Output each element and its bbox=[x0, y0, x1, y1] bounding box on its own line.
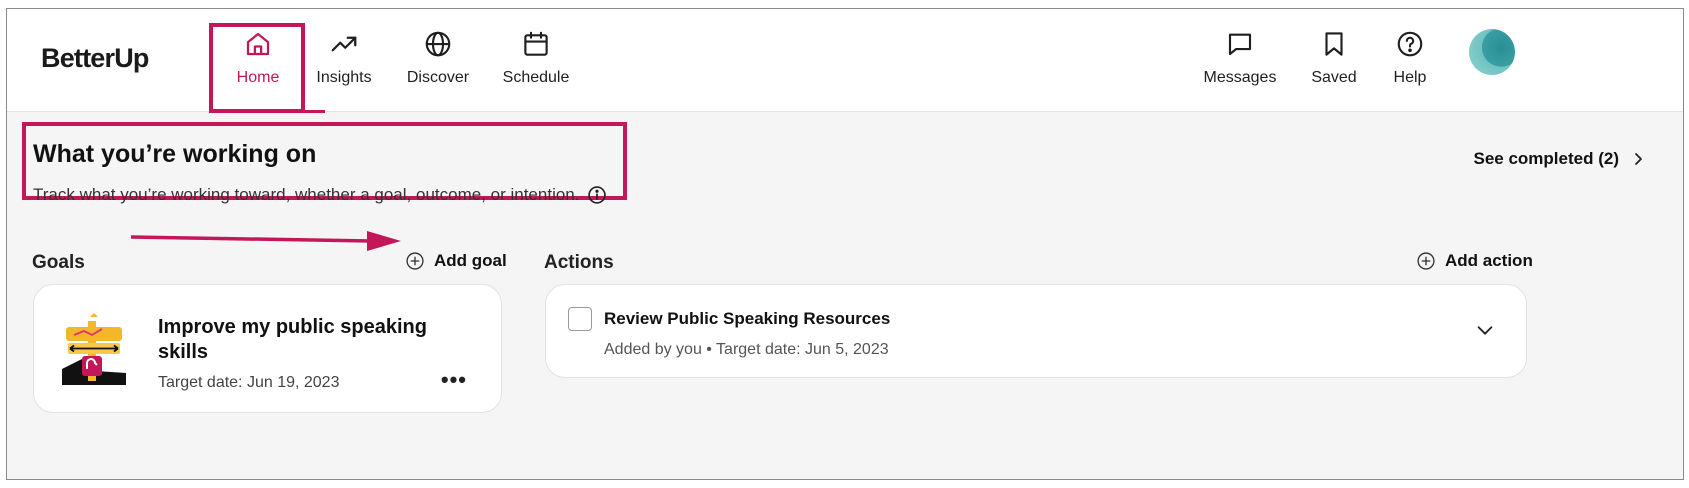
action-meta: Added by you • Target date: Jun 5, 2023 bbox=[604, 341, 889, 358]
section-subtitle: Track what you’re working toward, whethe… bbox=[33, 185, 607, 205]
info-icon[interactable] bbox=[587, 185, 607, 205]
goals-title: Goals bbox=[32, 252, 85, 273]
see-completed-label: See completed (2) bbox=[1473, 149, 1620, 168]
nav-messages[interactable]: Messages bbox=[1195, 29, 1285, 87]
nav-help-label: Help bbox=[1393, 69, 1427, 86]
signpost-illustration bbox=[62, 313, 126, 385]
top-nav: BetterUp Home Insights Discover Schedule bbox=[7, 9, 1683, 112]
nav-saved-label: Saved bbox=[1311, 69, 1357, 86]
goal-title[interactable]: Improve my public speaking skills bbox=[158, 315, 448, 365]
calendar-icon bbox=[524, 31, 548, 56]
chevron-down-icon[interactable] bbox=[1474, 319, 1496, 341]
nav-home[interactable]: Home bbox=[213, 29, 303, 87]
section-subtitle-text: Track what you’re working toward, whethe… bbox=[33, 185, 580, 204]
app-window: BetterUp Home Insights Discover Schedule bbox=[6, 8, 1684, 480]
more-options-icon[interactable]: ••• bbox=[441, 367, 467, 393]
goal-card[interactable]: Improve my public speaking skills Target… bbox=[33, 284, 502, 413]
add-goal-button[interactable]: Add goal bbox=[405, 251, 507, 271]
actions-title: Actions bbox=[544, 252, 614, 273]
bookmark-icon bbox=[1325, 32, 1343, 56]
action-checkbox[interactable] bbox=[568, 307, 592, 331]
action-card[interactable]: Review Public Speaking Resources Added b… bbox=[545, 284, 1527, 378]
nav-discover[interactable]: Discover bbox=[393, 29, 483, 87]
nav-messages-label: Messages bbox=[1203, 69, 1277, 86]
nav-schedule-label: Schedule bbox=[502, 69, 570, 86]
chevron-right-icon bbox=[1635, 153, 1642, 165]
help-icon bbox=[1397, 31, 1423, 57]
action-title[interactable]: Review Public Speaking Resources bbox=[604, 309, 890, 329]
trending-up-icon bbox=[331, 36, 357, 52]
nav-help[interactable]: Help bbox=[1365, 29, 1455, 87]
nav-discover-label: Discover bbox=[406, 69, 470, 86]
avatar[interactable] bbox=[1469, 29, 1515, 75]
chat-icon bbox=[1228, 33, 1252, 56]
annotation-arrow bbox=[131, 231, 401, 251]
betterup-logo[interactable]: BetterUp bbox=[41, 43, 149, 74]
section-title: What you’re working on bbox=[33, 140, 317, 168]
nav-insights-label: Insights bbox=[316, 69, 372, 86]
plus-circle-icon bbox=[406, 252, 424, 270]
plus-circle-icon bbox=[1417, 252, 1435, 270]
add-action-label: Add action bbox=[1445, 251, 1533, 270]
nav-insights[interactable]: Insights bbox=[299, 29, 389, 87]
nav-schedule[interactable]: Schedule bbox=[491, 29, 581, 87]
home-icon bbox=[246, 32, 270, 56]
nav-active-indicator bbox=[235, 110, 325, 113]
nav-home-label: Home bbox=[236, 69, 280, 86]
see-completed-link[interactable]: See completed (2) bbox=[1474, 149, 1644, 169]
globe-icon bbox=[425, 31, 451, 57]
add-goal-label: Add goal bbox=[434, 251, 507, 270]
add-action-button[interactable]: Add action bbox=[1416, 251, 1533, 271]
goal-target-date: Target date: Jun 19, 2023 bbox=[158, 374, 340, 391]
